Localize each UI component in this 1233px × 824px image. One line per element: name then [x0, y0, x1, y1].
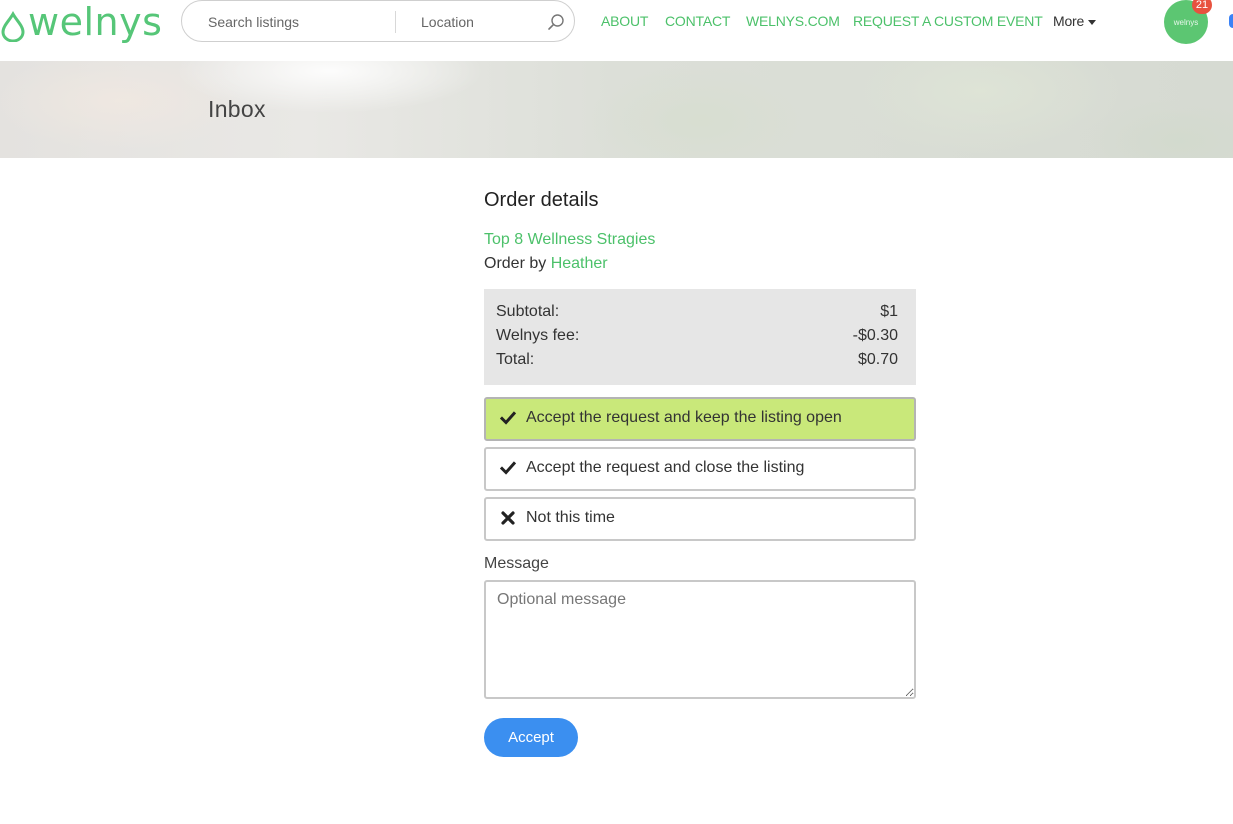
- nav-about-link[interactable]: ABOUT: [601, 13, 648, 29]
- price-breakdown: Subtotal: $1 Welnys fee: -$0.30 Total: $…: [484, 289, 916, 385]
- fee-value: -$0.30: [852, 327, 898, 344]
- inbox-hero-banner: Inbox: [0, 61, 1233, 158]
- nav-more-menu[interactable]: More: [1053, 13, 1097, 29]
- welnys-logo[interactable]: welnys: [0, 2, 162, 42]
- accept-button[interactable]: Accept: [484, 718, 578, 757]
- decline-option[interactable]: Not this time: [484, 497, 916, 541]
- location-input[interactable]: [419, 1, 533, 43]
- accept-keep-open-label: Accept the request and keep the listing …: [526, 409, 842, 426]
- droplet-icon: [1, 10, 25, 42]
- listing-title-link[interactable]: Top 8 Wellness Stragies: [484, 231, 655, 249]
- message-textarea[interactable]: [484, 580, 916, 699]
- search-icon[interactable]: [547, 13, 565, 31]
- notification-badge: 21: [1192, 0, 1212, 14]
- accept-close-listing-label: Accept the request and close the listing: [526, 459, 805, 476]
- x-icon: [501, 511, 515, 525]
- top-navigation-bar: welnys ABOUT CONTACT WELNYS.COM REQUEST …: [0, 0, 1233, 62]
- page-title: Inbox: [208, 96, 266, 122]
- caret-down-icon: [1088, 19, 1097, 25]
- accept-close-listing-option[interactable]: Accept the request and close the listing: [484, 447, 916, 491]
- nav-welnys-com-link[interactable]: WELNYS.COM: [746, 13, 840, 29]
- decline-label: Not this time: [526, 509, 615, 526]
- blue-indicator: [1229, 14, 1233, 28]
- total-value: $0.70: [857, 351, 898, 368]
- order-by-line: Order by Heather: [484, 255, 608, 273]
- message-label: Message: [484, 555, 549, 572]
- search-divider: [395, 11, 396, 33]
- subtotal-label: Subtotal:: [496, 303, 560, 320]
- nav-more-label: More: [1053, 13, 1085, 29]
- subtotal-value: $1: [880, 303, 898, 320]
- nav-request-custom-event-link[interactable]: REQUEST A CUSTOM EVENT: [853, 13, 1043, 29]
- logo-wordmark: welnys: [28, 0, 163, 44]
- search-bar: [181, 0, 575, 43]
- total-label: Total:: [496, 351, 535, 368]
- fee-label: Welnys fee:: [496, 327, 580, 344]
- customer-name-link[interactable]: Heather: [551, 255, 608, 272]
- search-listings-input[interactable]: [206, 1, 395, 43]
- order-details-heading: Order details: [484, 189, 599, 211]
- nav-contact-link[interactable]: CONTACT: [665, 13, 730, 29]
- avatar-logo-text: welnys: [1173, 17, 1199, 27]
- check-icon: [500, 411, 516, 425]
- check-icon: [500, 461, 516, 475]
- order-by-prefix: Order by: [484, 255, 547, 272]
- accept-keep-open-option[interactable]: Accept the request and keep the listing …: [484, 397, 916, 441]
